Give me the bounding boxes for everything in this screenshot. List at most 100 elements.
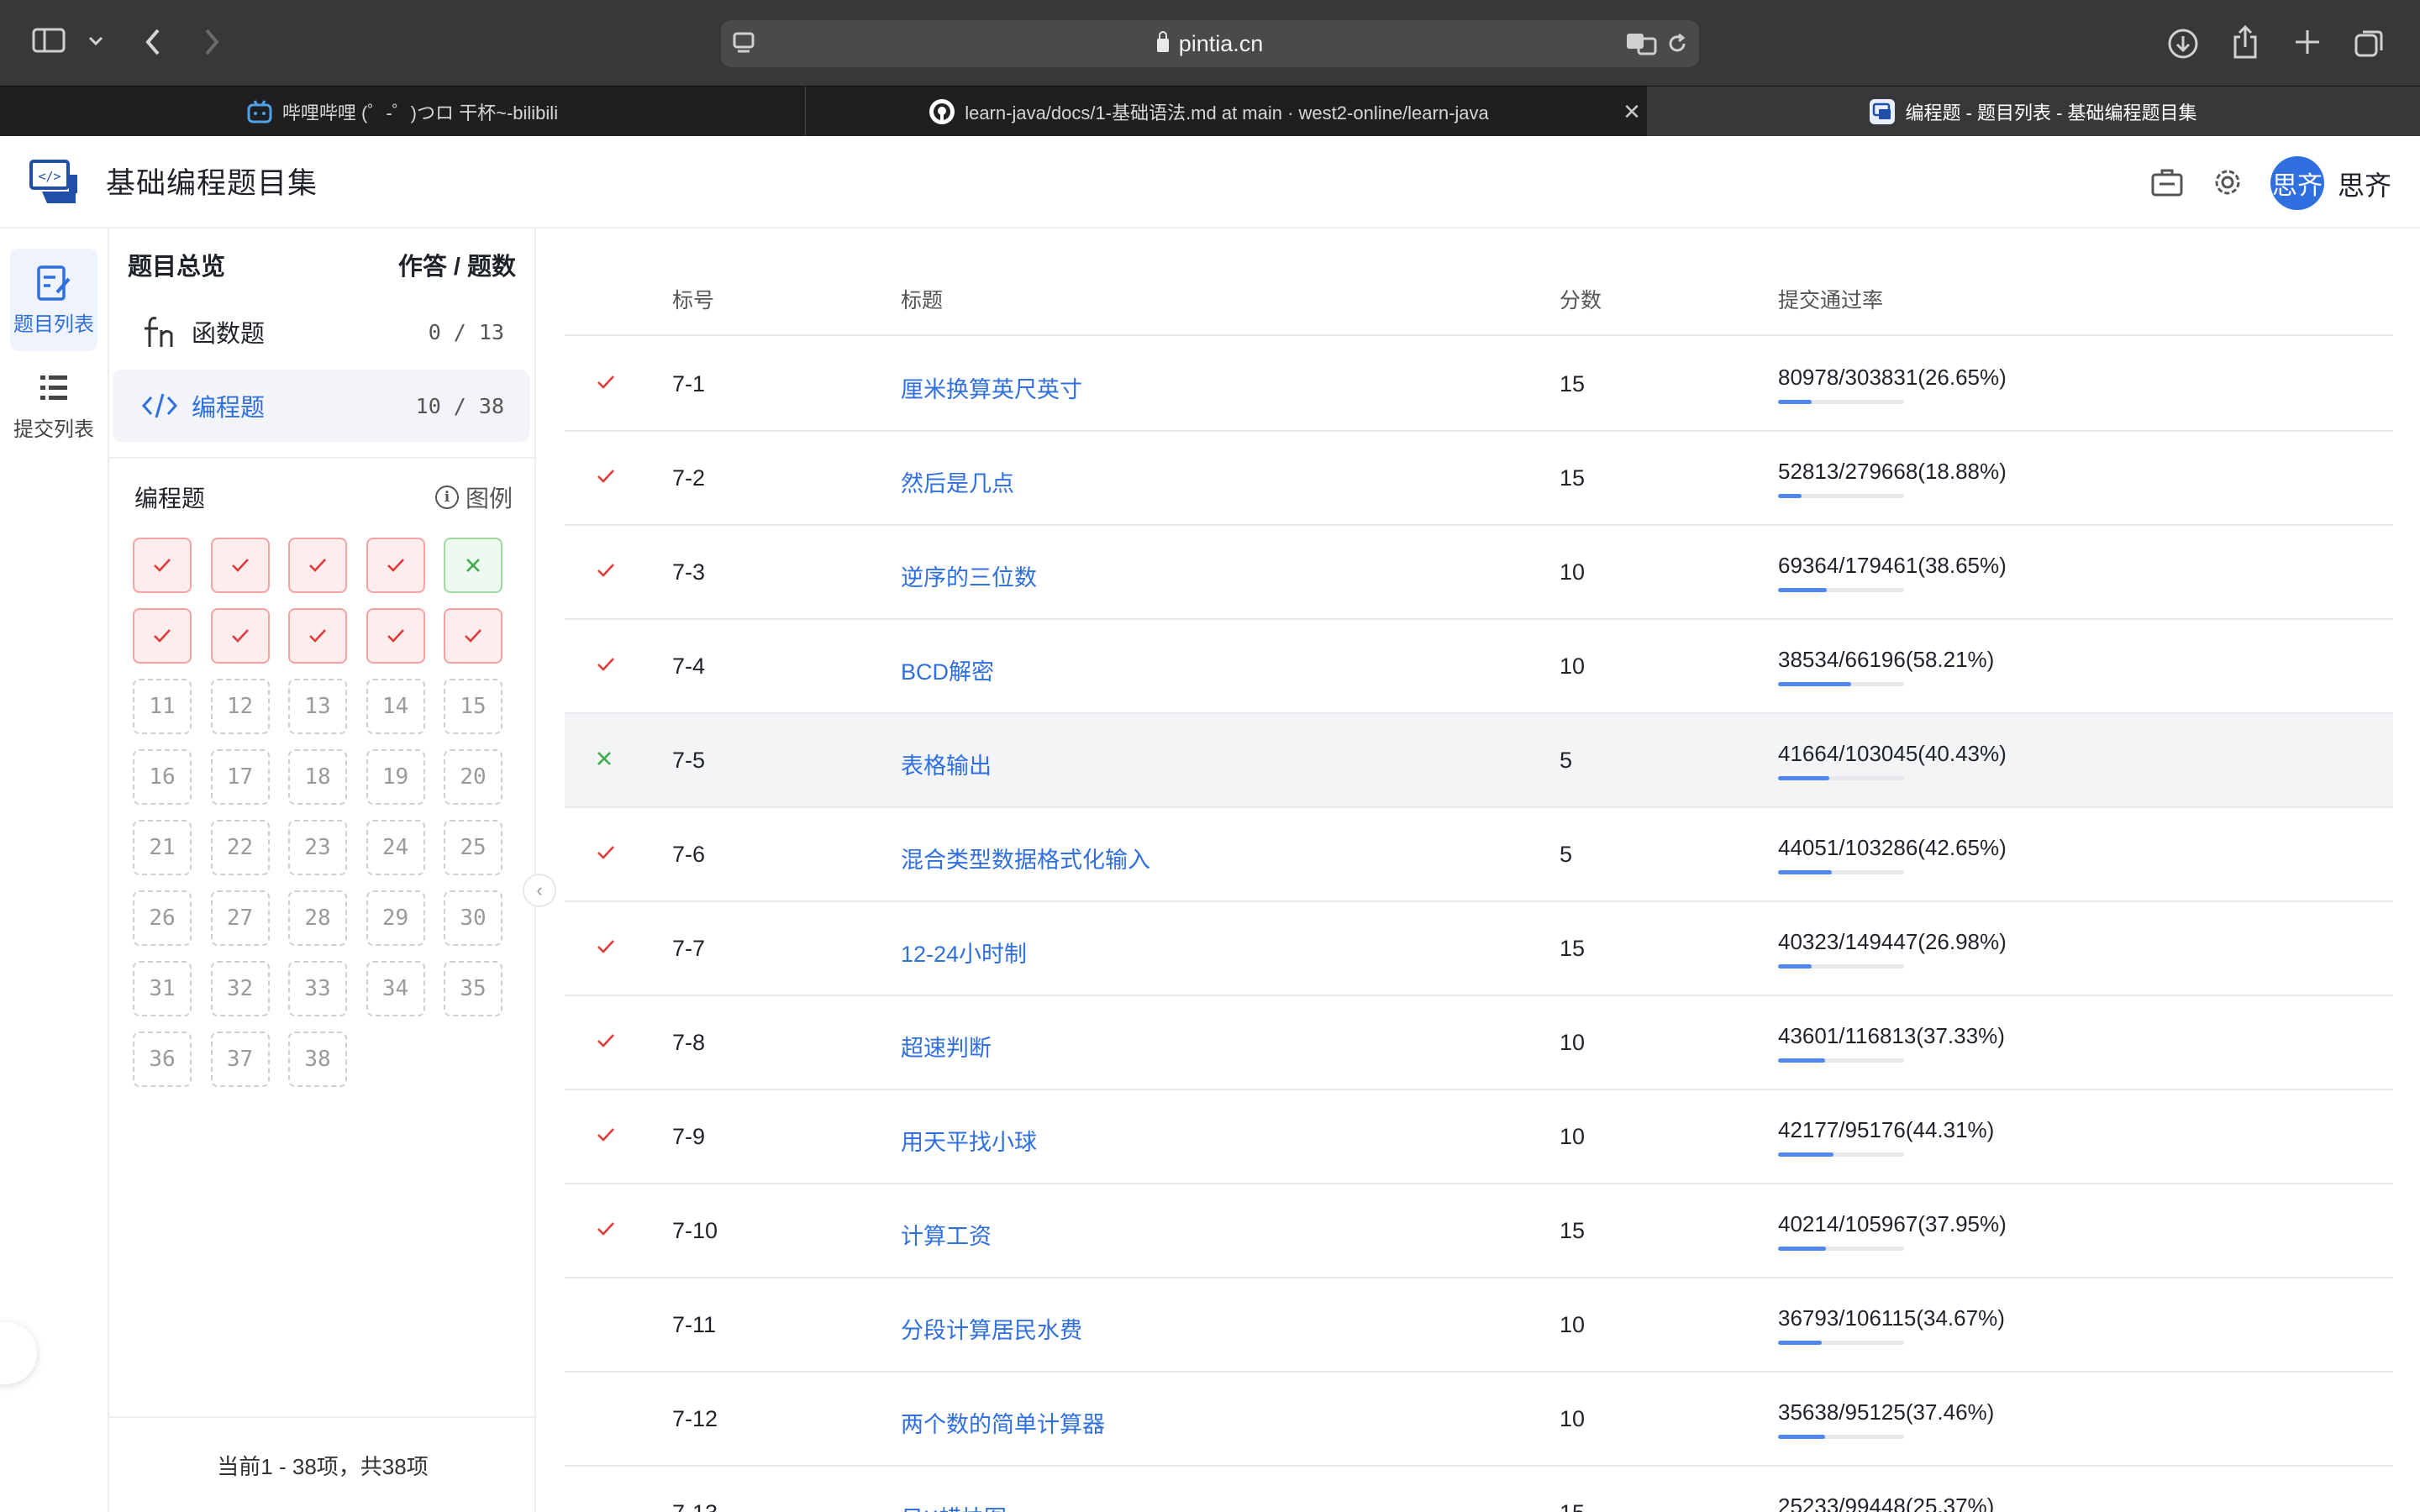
pintia-logo[interactable]: </> bbox=[29, 158, 79, 205]
problem-title-link[interactable]: 超速判断 bbox=[901, 1030, 992, 1063]
download-icon[interactable] bbox=[2166, 27, 2200, 60]
problem-title-link[interactable]: 12-24小时制 bbox=[901, 936, 1027, 969]
problem-cell[interactable] bbox=[366, 608, 425, 664]
collapse-sidebar-button[interactable]: ‹ bbox=[523, 874, 556, 907]
problem-cell[interactable]: 24 bbox=[366, 820, 425, 875]
problem-cell[interactable]: 32 bbox=[210, 961, 270, 1016]
table-row[interactable]: 7-1 厘米换算英尺英寸 15 80978/303831(26.65%) bbox=[565, 338, 2393, 432]
problem-title-link[interactable]: BCD解密 bbox=[901, 654, 994, 686]
pass-rate-bar-fill bbox=[1778, 870, 1832, 874]
chevron-down-icon[interactable] bbox=[87, 32, 104, 49]
table-row[interactable]: 7-2 然后是几点 15 52813/279668(18.88%) bbox=[565, 432, 2393, 526]
problem-cell[interactable]: 25 bbox=[444, 820, 502, 875]
tab-overview-icon[interactable] bbox=[2353, 27, 2386, 60]
user-name[interactable]: 思齐 bbox=[2338, 165, 2391, 203]
problem-title-link[interactable]: 日K蜡烛图 bbox=[901, 1500, 1007, 1512]
table-row[interactable]: 7-9 用天平找小球 10 42177/95176(44.31%) bbox=[565, 1090, 2393, 1184]
problem-cell[interactable] bbox=[133, 608, 192, 664]
forward-icon[interactable] bbox=[200, 25, 224, 59]
problem-title-link[interactable]: 表格输出 bbox=[901, 748, 992, 780]
gear-icon[interactable] bbox=[2208, 163, 2247, 202]
problem-title-link[interactable]: 用天平找小球 bbox=[901, 1124, 1037, 1157]
problem-cell[interactable] bbox=[288, 538, 347, 593]
pass-rate-bar-fill bbox=[1778, 964, 1812, 969]
problem-cell[interactable]: 17 bbox=[210, 749, 270, 805]
problem-title-link[interactable]: 两个数的简单计算器 bbox=[901, 1406, 1105, 1439]
pass-rate: 80978/303831(26.65%) bbox=[1778, 365, 2007, 390]
feedback-bubble[interactable] bbox=[0, 1322, 37, 1384]
rail-item-problem-list[interactable]: 题目列表 bbox=[10, 249, 97, 351]
problem-cell[interactable]: 21 bbox=[133, 820, 192, 875]
pass-rate: 25233/99448(25.37%) bbox=[1778, 1494, 1995, 1512]
table-row[interactable]: 7-12 两个数的简单计算器 10 35638/95125(37.46%) bbox=[565, 1373, 2393, 1467]
problem-title-link[interactable]: 分段计算居民水费 bbox=[901, 1312, 1082, 1345]
problem-cell[interactable]: 38 bbox=[288, 1032, 347, 1087]
rail-item-submission-list[interactable]: 提交列表 bbox=[10, 354, 97, 457]
problem-cell[interactable]: 30 bbox=[444, 890, 502, 946]
translate-icon[interactable] bbox=[1625, 30, 1659, 57]
browser-tab-github[interactable]: learn-java/docs/1-基础语法.md at main · west… bbox=[807, 87, 1612, 137]
problem-cell[interactable]: 26 bbox=[133, 890, 192, 946]
problem-cell[interactable] bbox=[210, 608, 270, 664]
problem-cell[interactable]: 13 bbox=[288, 679, 347, 734]
problem-title-link[interactable]: 厘米换算英尺英寸 bbox=[901, 371, 1082, 404]
problem-cell[interactable]: 31 bbox=[133, 961, 192, 1016]
problem-title-link[interactable]: 混合类型数据格式化输入 bbox=[901, 842, 1150, 874]
problem-cell[interactable]: 15 bbox=[444, 679, 502, 734]
reload-icon[interactable] bbox=[1665, 32, 1689, 55]
problem-cell[interactable]: 20 bbox=[444, 749, 502, 805]
table-row[interactable]: 7-11 分段计算居民水费 10 36793/106115(34.67%) bbox=[565, 1278, 2393, 1373]
problem-title-link[interactable]: 计算工资 bbox=[901, 1218, 992, 1251]
share-icon[interactable] bbox=[2230, 24, 2260, 60]
problem-cell[interactable]: 22 bbox=[210, 820, 270, 875]
sidebar-toggle-icon[interactable] bbox=[32, 27, 66, 54]
back-icon[interactable] bbox=[141, 25, 165, 59]
problem-cell[interactable] bbox=[210, 538, 270, 593]
problem-cell[interactable] bbox=[444, 538, 502, 593]
problem-number: 7-11 bbox=[672, 1312, 717, 1337]
briefcase-icon[interactable] bbox=[2148, 163, 2186, 202]
problem-cell[interactable]: 11 bbox=[133, 679, 192, 734]
table-row[interactable]: 7-6 混合类型数据格式化输入 5 44051/103286(42.65%) bbox=[565, 808, 2393, 902]
info-icon: i bbox=[434, 486, 459, 509]
problem-cell[interactable] bbox=[444, 608, 502, 664]
table-row[interactable]: 7-5 表格输出 5 41664/103045(40.43%) bbox=[565, 714, 2393, 808]
table-row[interactable]: 7-3 逆序的三位数 10 69364/179461(38.65%) bbox=[565, 526, 2393, 620]
category-programming[interactable]: 编程题 10 / 38 bbox=[113, 370, 529, 442]
table-row[interactable]: 7-4 BCD解密 10 38534/66196(58.21%) bbox=[565, 620, 2393, 714]
problem-cell[interactable]: 34 bbox=[366, 961, 425, 1016]
problem-cell[interactable]: 33 bbox=[288, 961, 347, 1016]
problem-cell[interactable]: 12 bbox=[210, 679, 270, 734]
problem-cell[interactable] bbox=[133, 538, 192, 593]
problem-title-link[interactable]: 逆序的三位数 bbox=[901, 559, 1037, 592]
problem-cell[interactable] bbox=[366, 538, 425, 593]
check-icon bbox=[309, 559, 326, 572]
problem-cell[interactable]: 28 bbox=[288, 890, 347, 946]
problem-cell[interactable]: 14 bbox=[366, 679, 425, 734]
problem-cell[interactable] bbox=[288, 608, 347, 664]
problem-cell[interactable]: 35 bbox=[444, 961, 502, 1016]
avatar[interactable]: 思齐 bbox=[2270, 156, 2324, 210]
table-row[interactable]: 7-8 超速判断 10 43601/116813(37.33%) bbox=[565, 996, 2393, 1090]
browser-tab-bilibili[interactable]: 哔哩哔哩 (゜-゜)つロ 干杯~-bilibili bbox=[0, 87, 805, 137]
app-header: </> 基础编程题目集 思齐 思齐 bbox=[0, 136, 2420, 228]
problem-cell[interactable]: 27 bbox=[210, 890, 270, 946]
problem-cell[interactable]: 37 bbox=[210, 1032, 270, 1087]
browser-tab-pintia[interactable]: 编程题 - 题目列表 - 基础编程题目集 bbox=[1647, 87, 2420, 137]
table-row[interactable]: 7-7 12-24小时制 15 40323/149447(26.98%) bbox=[565, 902, 2393, 996]
problem-cell[interactable]: 23 bbox=[288, 820, 347, 875]
table-row[interactable]: 7-13 日K蜡烛图 15 25233/99448(25.37%) bbox=[565, 1467, 2393, 1512]
legend-button[interactable]: i 图例 bbox=[434, 480, 513, 514]
problem-cell[interactable]: 29 bbox=[366, 890, 425, 946]
new-tab-icon[interactable] bbox=[2292, 27, 2323, 57]
pass-rate-bar-fill bbox=[1778, 1435, 1826, 1439]
problem-cell[interactable]: 18 bbox=[288, 749, 347, 805]
category-function[interactable]: 函数题 0 / 13 bbox=[113, 296, 529, 368]
problem-title-link[interactable]: 然后是几点 bbox=[901, 465, 1014, 498]
problem-cell[interactable]: 36 bbox=[133, 1032, 192, 1087]
close-icon[interactable]: ✕ bbox=[1615, 87, 1649, 137]
problem-cell[interactable]: 19 bbox=[366, 749, 425, 805]
address-bar[interactable]: pintia.cn bbox=[721, 20, 1699, 67]
table-row[interactable]: 7-10 计算工资 15 40214/105967(37.95%) bbox=[565, 1184, 2393, 1278]
problem-cell[interactable]: 16 bbox=[133, 749, 192, 805]
